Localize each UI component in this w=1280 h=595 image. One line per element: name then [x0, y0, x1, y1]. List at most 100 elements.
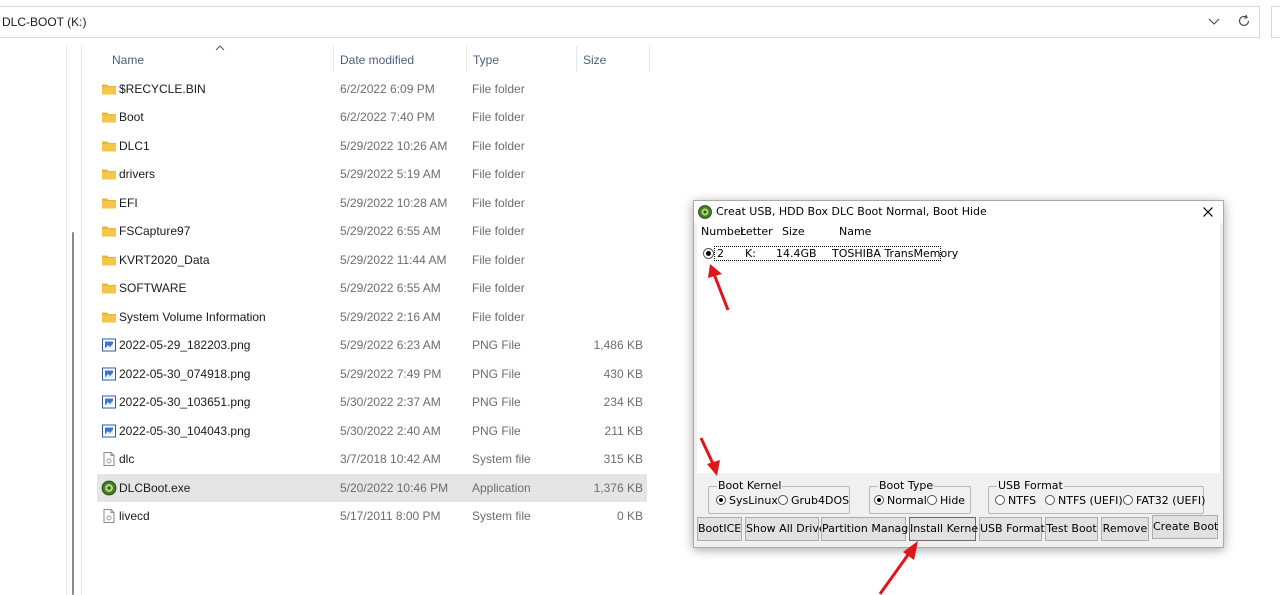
file-row[interactable]: 2022-05-30_103651.png 5/30/2022 2:37 AM PN… [97, 388, 647, 416]
dialog-title: Creat USB, HDD Box DLC Boot Normal, Boot… [716, 205, 987, 218]
file-type: PNG File [472, 338, 521, 352]
image-file-icon [101, 366, 117, 382]
file-date: 5/17/2011 8:00 PM [340, 509, 441, 523]
file-row[interactable]: DLC1 5/29/2022 10:26 AM File folder [97, 132, 647, 160]
app-icon [101, 480, 117, 496]
bootice-button[interactable]: BootICE [697, 517, 742, 541]
image-file-icon [101, 337, 117, 353]
file-size: 315 KB [603, 452, 643, 466]
chevron-down-icon[interactable] [1206, 13, 1222, 29]
refresh-icon[interactable] [1236, 13, 1252, 29]
file-name: FSCapture97 [119, 224, 191, 238]
file-name: KVRT2020_Data [119, 253, 210, 267]
file-row[interactable]: KVRT2020_Data 5/29/2022 11:44 AM File fold… [97, 246, 647, 274]
dlc-app-icon [698, 205, 712, 219]
file-row[interactable]: 2022-05-29_182203.png 5/29/2022 6:23 AM PN… [97, 331, 647, 359]
folder-icon [101, 81, 117, 97]
file-size: 1,376 KB [593, 481, 643, 495]
drive-name: TOSHIBA TransMemory [832, 247, 959, 260]
file-type: System file [472, 509, 531, 523]
file-row-selected[interactable]: DLCBoot.exe 5/20/2022 10:46 PM Application… [97, 474, 647, 502]
folder-icon [101, 280, 117, 296]
boot-type-label: Boot Type [878, 479, 935, 492]
boot-kernel-label: Boot Kernel [717, 479, 783, 492]
folder-icon [101, 309, 117, 325]
remove-button[interactable]: Remove [1101, 517, 1149, 541]
file-date: 5/29/2022 6:55 AM [340, 281, 441, 295]
column-header-size[interactable]: Size [583, 53, 606, 67]
column-header-date[interactable]: Date modified [340, 53, 414, 67]
folder-icon [101, 166, 117, 182]
file-name: EFI [119, 196, 138, 210]
file-type: PNG File [472, 424, 521, 438]
file-name: 2022-05-30_103651.png [119, 395, 251, 409]
dialog-titlebar[interactable]: Creat USB, HDD Box DLC Boot Normal, Boot… [694, 201, 1223, 223]
column-divider[interactable] [649, 46, 650, 72]
grub4dos-radio[interactable]: Grub4DOS [778, 494, 849, 507]
drive-list[interactable]: Number Letter Size Name 2 K: 14.4GB TOSH… [697, 223, 1220, 473]
usb-format-button[interactable]: USB Format [979, 517, 1045, 541]
file-type: File folder [472, 253, 525, 267]
file-row[interactable]: livecd 5/17/2011 8:00 PM System file 0 KB [97, 502, 647, 530]
ntfs-uefi-radio[interactable]: NTFS (UEFI) [1045, 494, 1123, 507]
file-name: DLC1 [119, 139, 150, 153]
drive-row[interactable]: 2 K: 14.4GB TOSHIBA TransMemory [703, 246, 958, 261]
file-row[interactable]: dlc 3/7/2018 10:42 AM System file 315 KB [97, 445, 647, 473]
annotation-arrow-icon [878, 541, 918, 595]
drive-radio[interactable] [703, 248, 714, 259]
file-type: File folder [472, 281, 525, 295]
column-divider[interactable] [333, 46, 334, 72]
search-box-edge[interactable] [1271, 6, 1280, 38]
file-date: 5/29/2022 2:16 AM [340, 310, 441, 324]
column-divider[interactable] [576, 46, 577, 72]
file-type: File folder [472, 82, 525, 96]
file-type: PNG File [472, 367, 521, 381]
file-row[interactable]: 2022-05-30_074918.png 5/29/2022 7:49 PM PN… [97, 360, 647, 388]
usb-format-label: USB Format [997, 479, 1064, 492]
fat32-uefi-radio[interactable]: FAT32 (UEFI) [1123, 494, 1205, 507]
folder-icon [101, 138, 117, 154]
file-row[interactable]: SOFTWARE 5/29/2022 6:55 AM File folder [97, 274, 647, 302]
close-icon[interactable] [1199, 203, 1217, 221]
column-divider[interactable] [466, 46, 467, 72]
file-size: 211 KB [604, 424, 643, 438]
file-date: 5/29/2022 10:28 AM [340, 196, 448, 210]
file-row[interactable]: Boot 6/2/2022 7:40 PM File folder [97, 103, 647, 131]
column-header-type[interactable]: Type [473, 53, 499, 67]
list-header-number: Number [701, 225, 746, 238]
list-header-letter: Letter [740, 225, 773, 238]
file-row[interactable]: drivers 5/29/2022 5:19 AM File folder [97, 160, 647, 188]
test-boot-button[interactable]: Test Boot [1045, 517, 1098, 541]
file-row[interactable]: $RECYCLE.BIN 6/2/2022 6:09 PM File folder [97, 75, 647, 103]
file-row[interactable]: System Volume Information 5/29/2022 2:16 … [97, 303, 647, 331]
ntfs-radio[interactable]: NTFS [995, 494, 1036, 507]
address-path[interactable]: DLC-BOOT (K:) [2, 15, 86, 29]
file-date: 5/30/2022 2:37 AM [340, 395, 441, 409]
annotation-arrow-icon [699, 437, 720, 476]
show-all-drive-button[interactable]: Show All Drive [745, 517, 826, 541]
file-size: 1,486 KB [593, 338, 643, 352]
file-date: 5/29/2022 10:26 AM [340, 139, 448, 153]
file-row[interactable]: EFI 5/29/2022 10:28 AM File folder [97, 189, 647, 217]
boot-kernel-group: Boot Kernel SysLinux Grub4DOS [708, 479, 850, 514]
navigation-pane [66, 46, 82, 595]
create-boot-button[interactable]: Create Boot [1152, 515, 1218, 539]
file-type: File folder [472, 110, 525, 124]
file-row[interactable]: 2022-05-30_104043.png 5/30/2022 2:40 AM PN… [97, 417, 647, 445]
file-date: 5/29/2022 7:49 PM [340, 367, 442, 381]
file-date: 6/2/2022 7:40 PM [340, 110, 435, 124]
file-name: dlc [119, 452, 135, 466]
folder-icon [101, 109, 117, 125]
navigation-scrollbar[interactable] [72, 232, 74, 595]
syslinux-radio[interactable]: SysLinux [716, 494, 778, 507]
normal-radio[interactable]: Normal [874, 494, 927, 507]
file-date: 5/29/2022 6:23 AM [340, 338, 441, 352]
column-header-name[interactable]: Name [112, 53, 144, 67]
image-file-icon [101, 394, 117, 410]
hide-radio[interactable]: Hide [927, 494, 965, 507]
file-row[interactable]: FSCapture97 5/29/2022 6:55 AM File folder [97, 217, 647, 245]
address-bar[interactable]: DLC-BOOT (K:) [0, 6, 1260, 38]
file-type: PNG File [472, 395, 521, 409]
file-size: 430 KB [603, 367, 643, 381]
file-type: Application [472, 481, 531, 495]
